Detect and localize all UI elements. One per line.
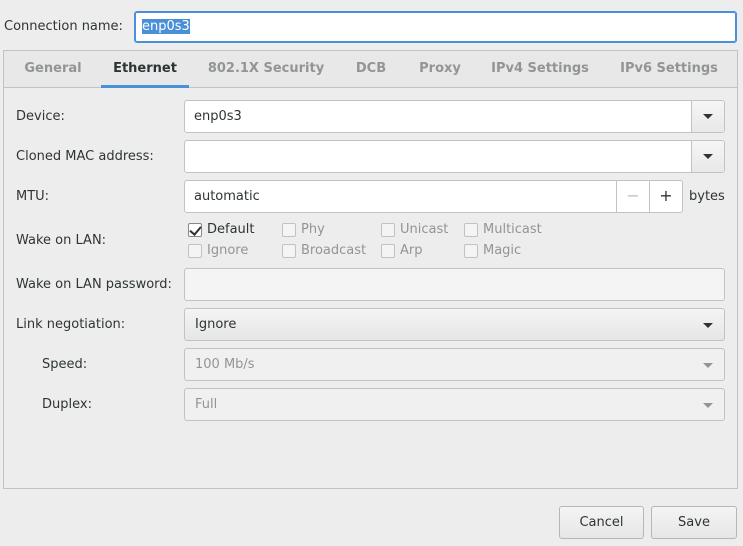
mtu-decrement-button[interactable]: −: [616, 181, 649, 212]
mtu-label: MTU:: [16, 189, 50, 204]
checkbox-icon: [282, 243, 296, 258]
tab-bar: General Ethernet 802.1X Security DCB Pro…: [4, 51, 737, 88]
mtu-increment-button[interactable]: +: [649, 181, 682, 212]
wol-arp-label: Arp: [400, 243, 423, 258]
checkbox-icon: [381, 243, 395, 258]
cloned-mac-combo[interactable]: [184, 140, 725, 173]
mtu-spinbutton[interactable]: automatic − +: [184, 180, 683, 213]
checkbox-icon: [188, 243, 202, 258]
tab-dcb[interactable]: DCB: [344, 51, 398, 88]
device-value[interactable]: enp0s3: [194, 109, 242, 124]
wol-ignore-checkbox[interactable]: Ignore: [188, 243, 248, 258]
wol-magic-checkbox[interactable]: Magic: [464, 243, 521, 258]
tab-ethernet[interactable]: Ethernet: [101, 51, 189, 88]
duplex-select[interactable]: Full: [184, 388, 725, 421]
cloned-mac-dropdown-button[interactable]: [691, 141, 724, 172]
chevron-down-icon: [703, 154, 713, 159]
wol-phy-checkbox[interactable]: Phy: [282, 222, 325, 237]
speed-select[interactable]: 100 Mb/s: [184, 348, 725, 381]
device-combo[interactable]: enp0s3: [184, 100, 725, 133]
duplex-label: Duplex:: [42, 397, 92, 412]
wol-password-input[interactable]: [184, 268, 725, 301]
tab-ipv6-settings[interactable]: IPv6 Settings: [611, 51, 727, 88]
checkbox-icon: [464, 222, 478, 237]
wol-unicast-label: Unicast: [400, 222, 449, 237]
wol-ignore-label: Ignore: [207, 243, 249, 258]
checkbox-checked-icon: [188, 222, 202, 237]
chevron-down-icon: [703, 363, 713, 368]
cloned-mac-label: Cloned MAC address:: [16, 149, 154, 164]
speed-label: Speed:: [42, 357, 88, 372]
link-negotiation-select[interactable]: Ignore: [184, 308, 725, 341]
wol-multicast-checkbox[interactable]: Multicast: [464, 222, 542, 237]
device-dropdown-button[interactable]: [691, 101, 724, 132]
wol-magic-label: Magic: [483, 243, 522, 258]
tab-proxy[interactable]: Proxy: [408, 51, 472, 88]
connection-name-label: Connection name:: [4, 19, 123, 34]
chevron-down-icon: [703, 114, 713, 119]
wol-phy-label: Phy: [301, 222, 325, 237]
tab-8021x-security[interactable]: 802.1X Security: [201, 51, 331, 88]
checkbox-icon: [282, 222, 296, 237]
mtu-unit-label: bytes: [689, 189, 725, 204]
wol-password-label: Wake on LAN password:: [16, 277, 172, 292]
link-negotiation-label: Link negotiation:: [16, 317, 126, 332]
tab-general[interactable]: General: [14, 51, 92, 88]
link-negotiation-value: Ignore: [195, 317, 237, 332]
cancel-button[interactable]: Cancel: [559, 506, 644, 539]
connection-name-value: enp0s3: [142, 19, 190, 34]
connection-name-input[interactable]: enp0s3: [134, 11, 737, 43]
save-button[interactable]: Save: [651, 506, 737, 539]
wake-on-lan-label: Wake on LAN:: [16, 233, 107, 248]
speed-value: 100 Mb/s: [195, 357, 255, 372]
wol-broadcast-checkbox[interactable]: Broadcast: [282, 243, 366, 258]
checkbox-icon: [381, 222, 395, 237]
device-label: Device:: [16, 109, 65, 124]
duplex-value: Full: [195, 397, 218, 412]
wol-multicast-label: Multicast: [483, 222, 542, 237]
checkbox-icon: [464, 243, 478, 258]
chevron-down-icon: [703, 323, 713, 328]
wol-arp-checkbox[interactable]: Arp: [381, 243, 423, 258]
wol-broadcast-label: Broadcast: [301, 243, 367, 258]
wol-default-checkbox[interactable]: Default: [188, 222, 255, 237]
wol-unicast-checkbox[interactable]: Unicast: [381, 222, 448, 237]
mtu-value[interactable]: automatic: [194, 189, 260, 204]
tab-ipv4-settings[interactable]: IPv4 Settings: [482, 51, 598, 88]
wol-default-label: Default: [207, 222, 255, 237]
chevron-down-icon: [703, 403, 713, 408]
